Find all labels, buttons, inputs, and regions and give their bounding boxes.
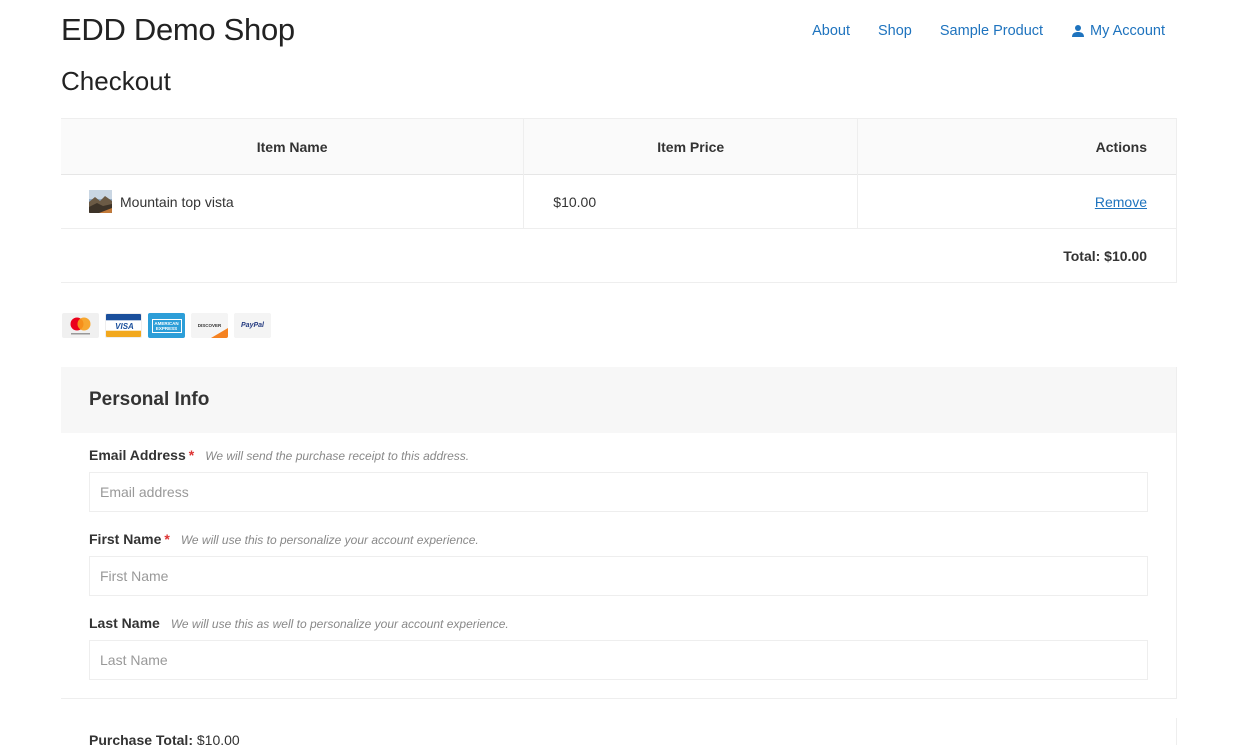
cart-table: Item Name Item Price Actions Mountain to…	[61, 118, 1177, 283]
nav-my-account-label: My Account	[1090, 23, 1165, 39]
email-description: We will send the purchase receipt to thi…	[205, 449, 470, 463]
email-field-group: Email Address * We will send the purchase …	[89, 447, 1148, 512]
cart-item-name: Mountain top vista	[120, 193, 234, 210]
payment-icons: VISA AMERICAN EXPRESS DISCOVER PayPal	[62, 313, 271, 338]
visa-label: VISA	[115, 322, 134, 331]
remove-item-link[interactable]: Remove	[1095, 194, 1147, 210]
email-label-text: Email Address	[89, 447, 186, 463]
discover-label: DISCOVER	[197, 323, 222, 328]
last-name-description: We will use this as well to personalize …	[170, 617, 509, 631]
discover-icon: DISCOVER	[191, 313, 228, 338]
first-name-input[interactable]	[89, 556, 1148, 596]
user-icon	[1071, 24, 1085, 38]
main-nav: About Shop Sample Product My Account	[784, 23, 1165, 39]
mastercard-icon	[62, 313, 99, 338]
email-label: Email Address * We will send the purchase …	[89, 447, 1148, 463]
nav-my-account[interactable]: My Account	[1071, 23, 1165, 39]
cart-total-row: Total: $10.00	[61, 228, 1177, 283]
first-name-label-text: First Name	[89, 531, 162, 547]
visa-icon: VISA	[105, 313, 142, 338]
last-name-label: Last Name We will use this as well to per…	[89, 615, 1148, 631]
column-header-item-name: Item Name	[61, 118, 525, 175]
last-name-input[interactable]	[89, 640, 1148, 680]
nav-shop[interactable]: Shop	[878, 23, 912, 39]
last-name-field-group: Last Name We will use this as well to per…	[89, 615, 1148, 680]
first-name-label: First Name * We will use this to personali…	[89, 531, 1148, 547]
first-name-field-group: First Name * We will use this to personali…	[89, 531, 1148, 596]
page-title: Checkout	[61, 66, 171, 96]
purchase-total-amount: $10.00	[196, 732, 240, 745]
required-marker: *	[188, 447, 195, 463]
email-input[interactable]	[89, 472, 1148, 512]
purchase-total: Purchase Total: $10.00	[89, 732, 240, 745]
amex-icon: AMERICAN EXPRESS	[148, 313, 185, 338]
amex-label: AMERICAN EXPRESS	[151, 318, 182, 333]
personal-info-section: Personal Info Email Address * We will send…	[61, 367, 1177, 699]
last-name-label-text: Last Name	[89, 615, 160, 631]
site-title[interactable]: EDD Demo Shop	[61, 12, 295, 48]
cart-item-price: $10.00	[523, 174, 859, 229]
cart-total: Total: $10.00	[61, 228, 1177, 283]
purchase-box-border	[1176, 718, 1177, 745]
column-header-actions: Actions	[857, 118, 1177, 175]
paypal-label: PayPal	[241, 322, 264, 329]
cart-header-row: Item Name Item Price Actions	[61, 118, 1177, 175]
first-name-description: We will use this to personalize your acc…	[180, 533, 479, 547]
paypal-icon: PayPal	[234, 313, 271, 338]
purchase-total-label: Purchase Total:	[89, 732, 193, 745]
personal-info-header: Personal Info	[61, 367, 1176, 433]
personal-info-heading: Personal Info	[89, 389, 210, 410]
nav-about[interactable]: About	[812, 23, 850, 39]
site-header: EDD Demo Shop About Shop Sample Product …	[61, 12, 1165, 52]
nav-sample-product[interactable]: Sample Product	[940, 23, 1043, 39]
column-header-item-price: Item Price	[523, 118, 859, 175]
product-thumbnail	[89, 190, 112, 213]
required-marker: *	[164, 531, 170, 547]
cart-item-row: Mountain top vista $10.00 Remove	[61, 174, 1177, 229]
